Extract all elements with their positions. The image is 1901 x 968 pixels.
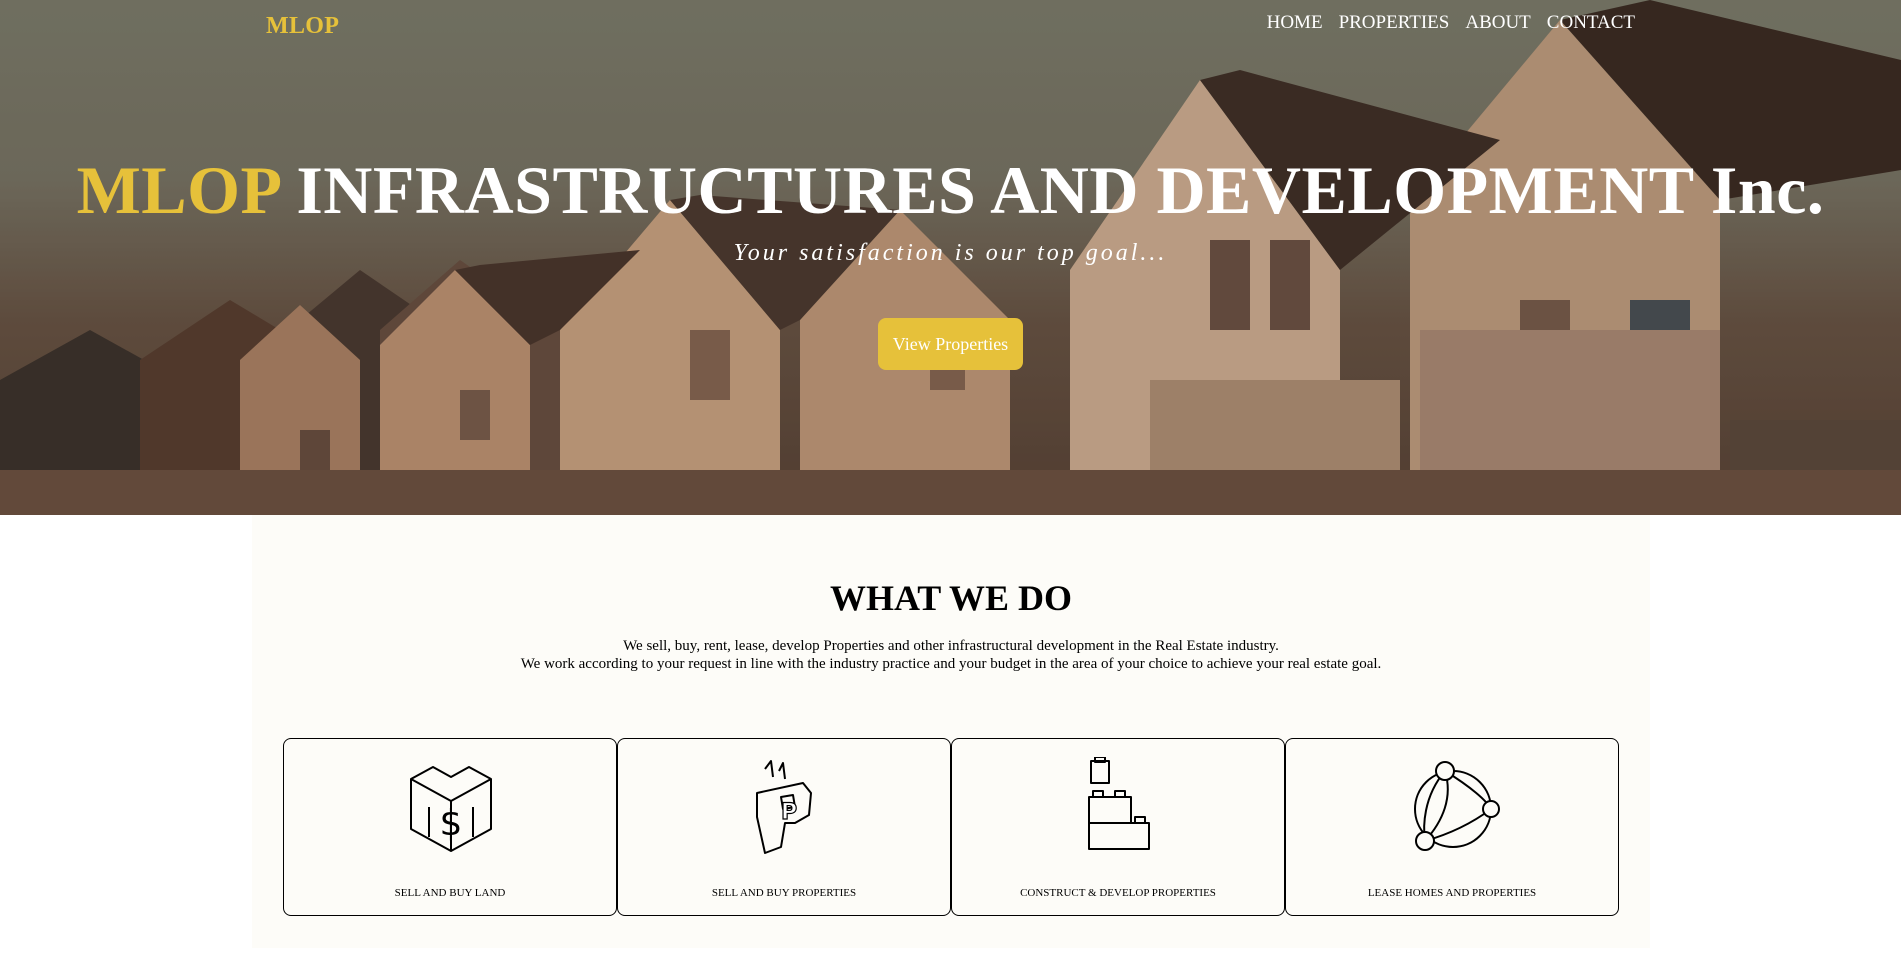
svg-text:P: P	[781, 800, 797, 825]
section-description-line-1: We sell, buy, rent, lease, develop Prope…	[623, 638, 1279, 654]
top-navigation: MLOP HOME PROPERTIES ABOUT CONTACT	[0, 0, 1901, 52]
service-card-label: SELL AND BUY LAND	[394, 887, 506, 899]
section-description-line-2: We work according to your request in lin…	[520, 656, 1382, 672]
service-card-label: LEASE HOMES AND PROPERTIES	[1367, 887, 1537, 899]
building-blocks-icon	[1088, 757, 1150, 850]
service-card-label: CONSTRUCT & DEVELOP PROPERTIES	[1020, 887, 1216, 899]
services-cards: $ SELL AND BUY LAND P SELL AND BUY PROPE…	[283, 738, 1619, 916]
money-box-icon: $	[410, 766, 492, 852]
view-properties-button[interactable]: View Properties	[878, 318, 1023, 370]
service-card-land[interactable]: $ SELL AND BUY LAND	[283, 738, 617, 916]
nav-link-contact[interactable]: CONTACT	[1547, 12, 1635, 34]
nav-link-properties[interactable]: PROPERTIES	[1339, 12, 1450, 34]
network-globe-icon	[1414, 761, 1500, 851]
nav-link-home[interactable]: HOME	[1267, 12, 1323, 34]
hero-banner: MLOP HOME PROPERTIES ABOUT CONTACT MLOP …	[0, 0, 1901, 515]
svg-text:$: $	[440, 803, 463, 844]
service-card-label: SELL AND BUY PROPERTIES	[711, 887, 857, 899]
nav-link-about[interactable]: ABOUT	[1465, 12, 1530, 34]
what-we-do-section: WHAT WE DO We sell, buy, rent, lease, de…	[252, 515, 1650, 948]
service-card-properties[interactable]: P SELL AND BUY PROPERTIES	[617, 738, 951, 916]
property-p-icon: P	[756, 760, 812, 854]
hero-title-brand: MLOP	[76, 152, 279, 228]
hero-tagline: Your satisfaction is our top goal...	[733, 240, 1168, 266]
hero-title-rest: INFRASTRUCTURES AND DEVELOPMENT Inc.	[296, 152, 1825, 228]
service-card-construct[interactable]: CONSTRUCT & DEVELOP PROPERTIES	[951, 738, 1285, 916]
nav-links: HOME PROPERTIES ABOUT CONTACT	[1267, 12, 1635, 34]
hero-title: MLOP INFRASTRUCTURES AND DEVELOPMENT Inc…	[0, 150, 1901, 230]
section-title: WHAT WE DO	[829, 578, 1073, 618]
site-logo[interactable]: MLOP	[266, 13, 339, 40]
section-description: We sell, buy, rent, lease, develop Prope…	[502, 637, 1400, 673]
service-card-lease[interactable]: LEASE HOMES AND PROPERTIES	[1285, 738, 1619, 916]
